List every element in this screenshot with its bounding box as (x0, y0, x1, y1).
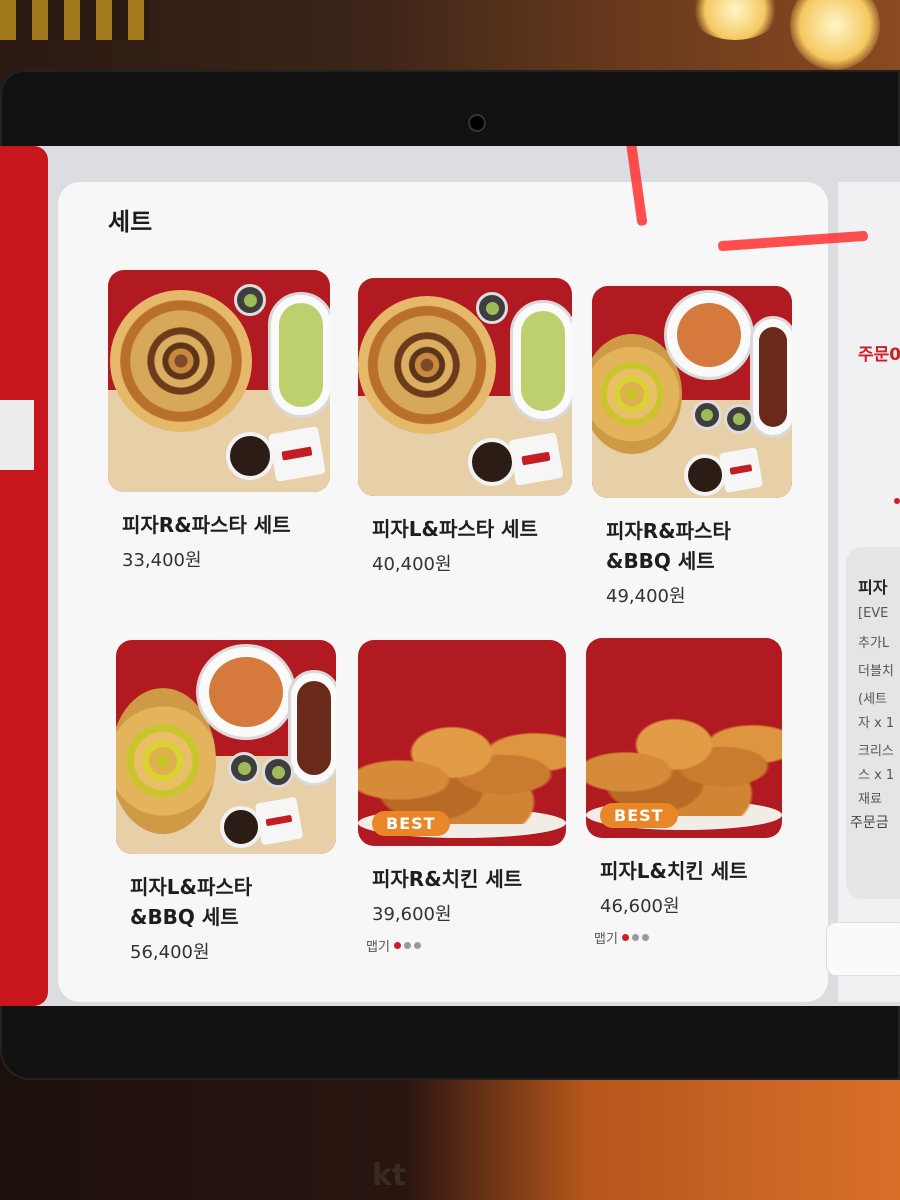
kiosk-screen: 세트 피자R&파스타 세트 33,400원 피자L&파스타 세트 40,400원… (0, 146, 900, 1006)
device-brand-logo: kt (372, 1158, 407, 1193)
cart-item-name: 피자 (858, 578, 888, 597)
spicy-label: 맵기 (366, 940, 390, 955)
spicy-dot (621, 934, 629, 941)
spicy-dot (393, 942, 401, 949)
cart-item-detail: (세트 (858, 692, 887, 707)
best-badge: BEST (372, 811, 450, 836)
menu-panel: 세트 피자R&파스타 세트 33,400원 피자L&파스타 세트 40,400원… (58, 182, 828, 1002)
spicy-dot (641, 934, 649, 941)
product-price: 49,400원 (606, 586, 686, 607)
order-panel-title: 주문0 (858, 345, 900, 365)
order-panel: 주문0 피자 [EVE 추가L 더블치 (세트 자 x 1 크리스 스 x 1 … (826, 182, 900, 1002)
cart-item-detail: [EVE (858, 606, 889, 621)
ceiling-pattern (0, 0, 150, 40)
spicy-dot (631, 934, 639, 941)
product-name: 피자R&파스타 &BBQ 세트 (606, 519, 731, 573)
cart-item-detail: 추가L (858, 636, 890, 651)
product-name: 피자L&치킨 세트 (600, 859, 748, 883)
category-sidebar[interactable] (0, 146, 48, 1006)
spicy-dots (393, 938, 424, 953)
cart-item-detail: 재료 (858, 792, 882, 807)
product-image (116, 640, 336, 854)
section-title: 세트 (108, 208, 153, 236)
product-price: 56,400원 (130, 942, 210, 963)
cart-item-detail: 스 x 1 (858, 768, 895, 783)
product-image: BEST (586, 638, 782, 838)
spicy-dots (621, 930, 652, 945)
product-price: 33,400원 (122, 550, 202, 571)
cart-item-detail: 더블치 (858, 664, 894, 679)
product-name: 피자L&파스타 &BBQ 세트 (130, 875, 253, 929)
product-price: 40,400원 (372, 554, 452, 575)
spicy-dot (403, 942, 411, 949)
indicator-dot (894, 498, 900, 504)
spicy-level: 맵기 (358, 936, 588, 955)
product-name: 피자R&치킨 세트 (372, 867, 523, 891)
product-name: 피자L&파스타 세트 (372, 517, 538, 541)
best-badge: BEST (600, 803, 678, 828)
order-total-label: 주문금 (850, 815, 889, 831)
spicy-dot (413, 942, 421, 949)
order-button[interactable] (826, 922, 900, 976)
menu-item-card[interactable]: 피자R&파스타 세트 33,400원 (108, 270, 338, 572)
menu-item-card[interactable]: 피자L&파스타 세트 40,400원 (358, 278, 588, 576)
menu-item-card[interactable]: 피자L&파스타 &BBQ 세트 56,400원 (116, 640, 346, 964)
product-image (358, 278, 572, 496)
camera-icon (468, 114, 486, 132)
product-price: 39,600원 (372, 904, 452, 925)
cart-item-detail: 크리스 (858, 744, 894, 759)
menu-item-card[interactable]: BEST 피자L&치킨 세트 46,600원 맵기 (586, 638, 816, 947)
product-name: 피자R&파스타 세트 (122, 513, 291, 537)
cart-item-detail: 자 x 1 (858, 716, 895, 731)
product-price: 46,600원 (600, 896, 680, 917)
menu-item-card[interactable]: 피자R&파스타 &BBQ 세트 49,400원 (592, 286, 822, 608)
spicy-level: 맵기 (586, 928, 816, 947)
spicy-label: 맵기 (594, 932, 618, 947)
product-image: BEST (358, 640, 566, 846)
sidebar-active-indicator (0, 400, 34, 470)
product-image (592, 286, 792, 498)
menu-item-card[interactable]: BEST 피자R&치킨 세트 39,600원 맵기 (358, 640, 588, 955)
product-image (108, 270, 330, 492)
